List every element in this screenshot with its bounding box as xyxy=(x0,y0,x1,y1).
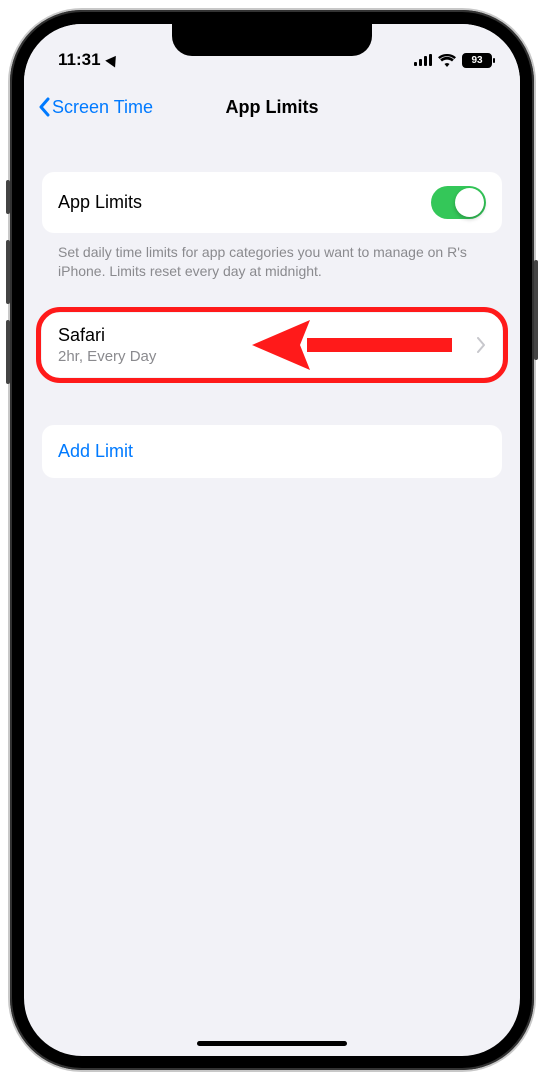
add-limit-label: Add Limit xyxy=(58,441,133,461)
cellular-signal-icon xyxy=(414,54,432,66)
toggle-footer-text: Set daily time limits for app categories… xyxy=(42,233,502,281)
phone-frame: 11:31 93 Screen Time xyxy=(10,10,534,1070)
back-label: Screen Time xyxy=(52,97,153,118)
limit-text-col: Safari 2hr, Every Day xyxy=(58,325,156,365)
chevron-left-icon xyxy=(38,97,50,117)
add-limit-button[interactable]: Add Limit xyxy=(42,425,502,478)
location-icon xyxy=(105,52,121,67)
notch xyxy=(172,24,372,56)
content-area: App Limits Set daily time limits for app… xyxy=(24,136,520,478)
chevron-right-icon xyxy=(477,337,486,353)
page-title: App Limits xyxy=(226,97,319,118)
mute-switch xyxy=(6,180,10,214)
toggle-label: App Limits xyxy=(58,192,142,213)
power-button xyxy=(534,260,538,360)
volume-down-button xyxy=(6,320,10,384)
screen: 11:31 93 Screen Time xyxy=(24,24,520,1056)
limit-subtitle: 2hr, Every Day xyxy=(58,348,156,365)
safari-limit-highlight: Safari 2hr, Every Day xyxy=(42,313,502,377)
toggle-row: App Limits xyxy=(42,172,502,233)
app-limits-toggle[interactable] xyxy=(431,186,486,219)
limit-title: Safari xyxy=(58,325,156,346)
app-limits-toggle-row: App Limits xyxy=(42,172,502,233)
wifi-icon xyxy=(438,54,456,67)
battery-percent: 93 xyxy=(471,55,482,66)
safari-limit-row[interactable]: Safari 2hr, Every Day xyxy=(42,313,502,377)
volume-up-button xyxy=(6,240,10,304)
back-button[interactable]: Screen Time xyxy=(38,97,153,118)
navigation-bar: Screen Time App Limits xyxy=(24,78,520,136)
status-left: 11:31 xyxy=(58,50,119,70)
battery-icon: 93 xyxy=(462,53,492,68)
toggle-knob xyxy=(455,188,484,217)
status-right: 93 xyxy=(414,53,492,68)
status-time: 11:31 xyxy=(58,50,101,70)
home-indicator[interactable] xyxy=(197,1041,347,1046)
